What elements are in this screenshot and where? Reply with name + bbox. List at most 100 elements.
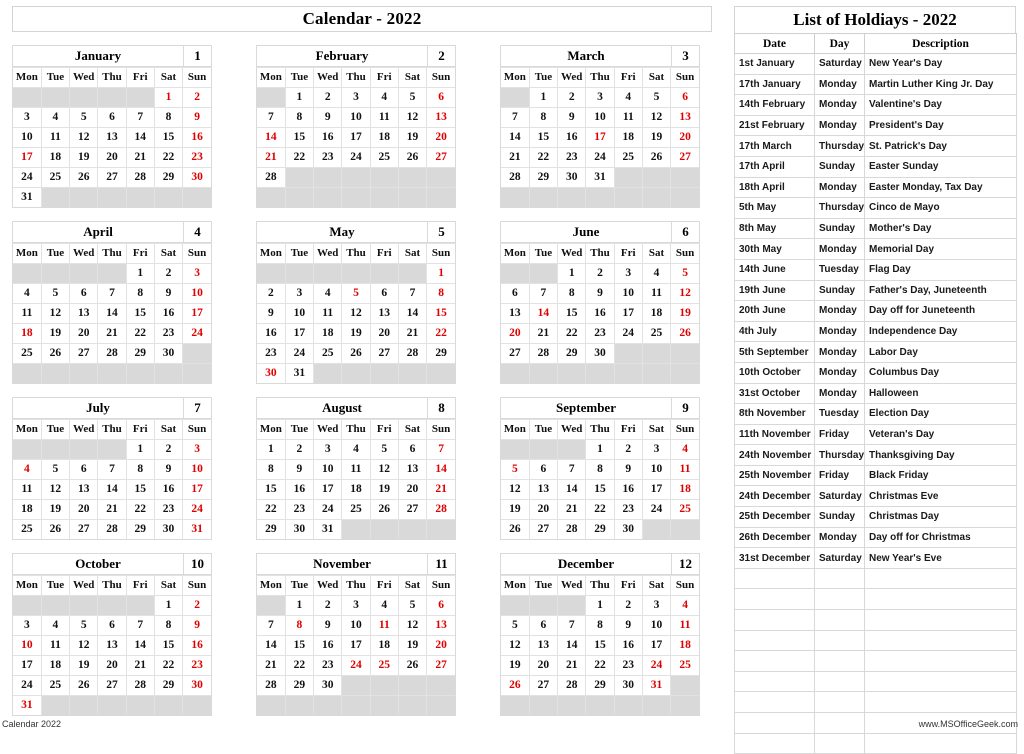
day-cell[interactable]: 7 bbox=[97, 459, 127, 480]
day-cell[interactable]: 20 bbox=[426, 127, 455, 148]
day-cell[interactable]: 12 bbox=[40, 303, 71, 324]
day-cell[interactable]: 13 bbox=[528, 479, 559, 500]
day-cell[interactable]: 11 bbox=[613, 107, 643, 128]
day-cell[interactable]: 10 bbox=[313, 459, 343, 480]
day-cell[interactable]: 13 bbox=[97, 635, 127, 656]
day-cell[interactable]: 11 bbox=[670, 459, 699, 480]
day-cell[interactable]: 24 bbox=[284, 343, 315, 364]
day-cell[interactable]: 22 bbox=[284, 147, 315, 168]
day-cell[interactable]: 28 bbox=[528, 343, 559, 364]
day-cell[interactable]: 6 bbox=[369, 283, 399, 304]
day-cell[interactable]: 20 bbox=[69, 323, 99, 344]
day-cell[interactable]: 10 bbox=[341, 107, 371, 128]
day-cell[interactable]: 27 bbox=[69, 519, 99, 539]
day-cell[interactable]: 14 bbox=[257, 635, 286, 656]
day-cell[interactable]: 18 bbox=[670, 635, 699, 656]
day-cell[interactable]: 1 bbox=[585, 595, 615, 616]
day-cell[interactable]: 3 bbox=[341, 595, 371, 616]
day-cell[interactable]: 18 bbox=[40, 655, 71, 676]
day-cell[interactable]: 8 bbox=[557, 283, 587, 304]
day-cell[interactable]: 29 bbox=[257, 519, 286, 539]
day-cell[interactable]: 9 bbox=[153, 283, 184, 304]
day-cell[interactable]: 18 bbox=[613, 127, 643, 148]
day-cell[interactable]: 2 bbox=[153, 439, 184, 460]
day-cell[interactable]: 16 bbox=[153, 303, 184, 324]
day-cell[interactable]: 24 bbox=[641, 499, 672, 520]
day-cell[interactable]: 26 bbox=[501, 519, 530, 539]
day-cell[interactable]: 9 bbox=[153, 459, 184, 480]
day-cell[interactable]: 26 bbox=[369, 499, 399, 520]
day-cell[interactable]: 10 bbox=[182, 283, 211, 304]
day-cell[interactable]: 30 bbox=[613, 519, 643, 539]
day-cell[interactable]: 19 bbox=[69, 147, 99, 168]
day-cell[interactable]: 29 bbox=[528, 167, 559, 188]
day-cell[interactable]: 28 bbox=[97, 519, 127, 539]
day-cell[interactable]: 19 bbox=[670, 303, 699, 324]
day-cell[interactable]: 26 bbox=[501, 675, 530, 696]
day-cell[interactable]: 24 bbox=[585, 147, 615, 168]
day-cell[interactable]: 7 bbox=[557, 615, 587, 636]
day-cell[interactable]: 23 bbox=[313, 655, 343, 676]
day-cell[interactable]: 27 bbox=[528, 519, 559, 539]
day-cell[interactable]: 6 bbox=[501, 283, 530, 304]
day-cell[interactable]: 19 bbox=[501, 499, 530, 520]
day-cell[interactable]: 14 bbox=[528, 303, 559, 324]
day-cell[interactable]: 28 bbox=[125, 675, 155, 696]
day-cell[interactable]: 27 bbox=[97, 675, 127, 696]
day-cell[interactable]: 29 bbox=[125, 343, 155, 364]
day-cell[interactable]: 25 bbox=[40, 167, 71, 188]
day-cell[interactable]: 7 bbox=[557, 459, 587, 480]
day-cell[interactable]: 14 bbox=[97, 303, 127, 324]
day-cell[interactable]: 15 bbox=[153, 127, 184, 148]
day-cell[interactable]: 30 bbox=[257, 363, 286, 383]
day-cell[interactable]: 2 bbox=[557, 87, 587, 108]
day-cell[interactable]: 26 bbox=[397, 147, 428, 168]
day-cell[interactable]: 13 bbox=[397, 459, 428, 480]
day-cell[interactable]: 20 bbox=[397, 479, 428, 500]
day-cell[interactable]: 1 bbox=[125, 263, 155, 284]
day-cell[interactable]: 17 bbox=[641, 479, 672, 500]
day-cell[interactable]: 18 bbox=[341, 479, 371, 500]
day-cell[interactable]: 20 bbox=[369, 323, 399, 344]
day-cell[interactable]: 18 bbox=[40, 147, 71, 168]
day-cell[interactable]: 30 bbox=[557, 167, 587, 188]
day-cell[interactable]: 15 bbox=[585, 635, 615, 656]
day-cell[interactable]: 23 bbox=[182, 147, 211, 168]
day-cell[interactable]: 12 bbox=[69, 635, 99, 656]
day-cell[interactable]: 31 bbox=[182, 519, 211, 539]
day-cell[interactable]: 6 bbox=[69, 459, 99, 480]
day-cell[interactable]: 18 bbox=[313, 323, 343, 344]
day-cell[interactable]: 23 bbox=[613, 499, 643, 520]
day-cell[interactable]: 2 bbox=[585, 263, 615, 284]
day-cell[interactable]: 7 bbox=[257, 107, 286, 128]
day-cell[interactable]: 3 bbox=[182, 263, 211, 284]
day-cell[interactable]: 21 bbox=[528, 323, 559, 344]
day-cell[interactable]: 8 bbox=[528, 107, 559, 128]
day-cell[interactable]: 6 bbox=[426, 87, 455, 108]
day-cell[interactable]: 23 bbox=[557, 147, 587, 168]
day-cell[interactable]: 13 bbox=[69, 303, 99, 324]
day-cell[interactable]: 19 bbox=[501, 655, 530, 676]
day-cell[interactable]: 18 bbox=[369, 127, 399, 148]
day-cell[interactable]: 16 bbox=[182, 127, 211, 148]
day-cell[interactable]: 10 bbox=[641, 459, 672, 480]
day-cell[interactable]: 8 bbox=[125, 283, 155, 304]
day-cell[interactable]: 11 bbox=[369, 615, 399, 636]
day-cell[interactable]: 20 bbox=[97, 147, 127, 168]
day-cell[interactable]: 14 bbox=[125, 127, 155, 148]
day-cell[interactable]: 4 bbox=[313, 283, 343, 304]
day-cell[interactable]: 21 bbox=[125, 147, 155, 168]
day-cell[interactable]: 10 bbox=[182, 459, 211, 480]
day-cell[interactable]: 16 bbox=[182, 635, 211, 656]
day-cell[interactable]: 23 bbox=[153, 499, 184, 520]
day-cell[interactable]: 28 bbox=[501, 167, 530, 188]
day-cell[interactable]: 16 bbox=[313, 127, 343, 148]
day-cell[interactable]: 26 bbox=[40, 519, 71, 539]
day-cell[interactable]: 3 bbox=[13, 615, 42, 636]
day-cell[interactable]: 23 bbox=[313, 147, 343, 168]
day-cell[interactable]: 30 bbox=[153, 343, 184, 364]
day-cell[interactable]: 28 bbox=[257, 675, 286, 696]
day-cell[interactable]: 22 bbox=[528, 147, 559, 168]
day-cell[interactable]: 9 bbox=[182, 615, 211, 636]
day-cell[interactable]: 1 bbox=[284, 595, 315, 616]
